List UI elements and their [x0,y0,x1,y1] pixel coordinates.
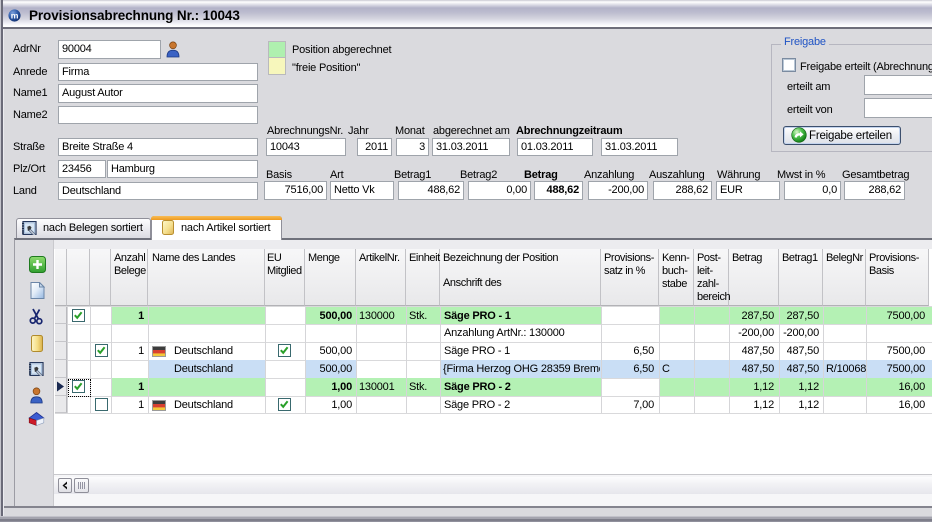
svg-text:m: m [11,11,19,21]
